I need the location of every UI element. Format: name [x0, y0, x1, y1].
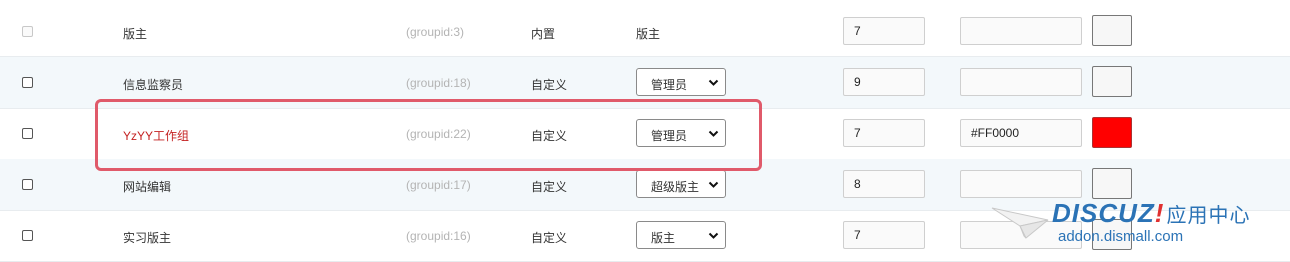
admin-role-select[interactable]: 超级版主 — [636, 170, 726, 198]
group-type: 自定义 — [531, 78, 568, 92]
admin-role-text: 版主 — [636, 27, 661, 41]
group-id: (groupid:16) — [406, 229, 471, 243]
stars-input[interactable]: 7 — [843, 17, 925, 45]
row-checkbox[interactable] — [22, 77, 33, 88]
discuz-watermark: DISCUZ! 应用中心 addon.dismall.com — [990, 196, 1280, 252]
group-type: 自定义 — [531, 180, 568, 194]
row-checkbox[interactable] — [22, 179, 33, 190]
color-picker-button[interactable] — [1092, 168, 1132, 199]
admin-role-value: 超级版主 — [651, 180, 700, 194]
color-input[interactable]: #FF0000 — [960, 119, 1082, 147]
admin-role-select[interactable]: 管理员 — [636, 68, 726, 96]
stars-input[interactable]: 8 — [843, 170, 925, 198]
watermark-brand: DISCUZ — [1052, 198, 1155, 228]
watermark-bang: ! — [1154, 198, 1165, 228]
paper-plane-icon — [991, 207, 1049, 239]
stars-input[interactable]: 7 — [843, 119, 925, 147]
group-id: (groupid:18) — [406, 76, 471, 90]
color-input[interactable] — [960, 68, 1082, 96]
color-picker-button[interactable] — [1092, 15, 1132, 46]
color-picker-button[interactable] — [1092, 117, 1132, 148]
row-checkbox[interactable] — [22, 128, 33, 139]
color-input[interactable] — [960, 17, 1082, 45]
color-input[interactable] — [960, 170, 1082, 198]
group-name: 网站编辑 — [123, 180, 172, 194]
group-name: 信息监察员 — [123, 78, 184, 92]
group-name: 版主 — [123, 27, 148, 41]
group-name: 实习版主 — [123, 231, 172, 245]
group-type: 自定义 — [531, 231, 568, 245]
chevron-down-icon — [708, 181, 719, 188]
row-checkbox[interactable] — [22, 26, 33, 37]
group-id: (groupid:17) — [406, 178, 471, 192]
stars-input[interactable]: 9 — [843, 68, 925, 96]
chevron-down-icon — [708, 232, 719, 239]
watermark-url: addon.dismall.com — [1058, 228, 1184, 245]
admin-role-value: 版主 — [651, 231, 676, 245]
highlight-box — [95, 99, 762, 171]
watermark-logo: DISCUZ! 应用中心 — [1052, 198, 1250, 229]
group-type: 内置 — [531, 27, 556, 41]
watermark-app-text: 应用中心 — [1166, 205, 1251, 227]
admin-role-value: 管理员 — [651, 78, 688, 92]
group-id: (groupid:3) — [406, 25, 465, 39]
admin-role-select[interactable]: 版主 — [636, 221, 726, 249]
stars-input[interactable]: 7 — [843, 221, 925, 249]
chevron-down-icon — [708, 79, 719, 86]
row-checkbox[interactable] — [22, 230, 33, 241]
color-picker-button[interactable] — [1092, 66, 1132, 97]
table-row: 版主 (groupid:3) 内置 版主 7 — [0, 6, 1290, 57]
